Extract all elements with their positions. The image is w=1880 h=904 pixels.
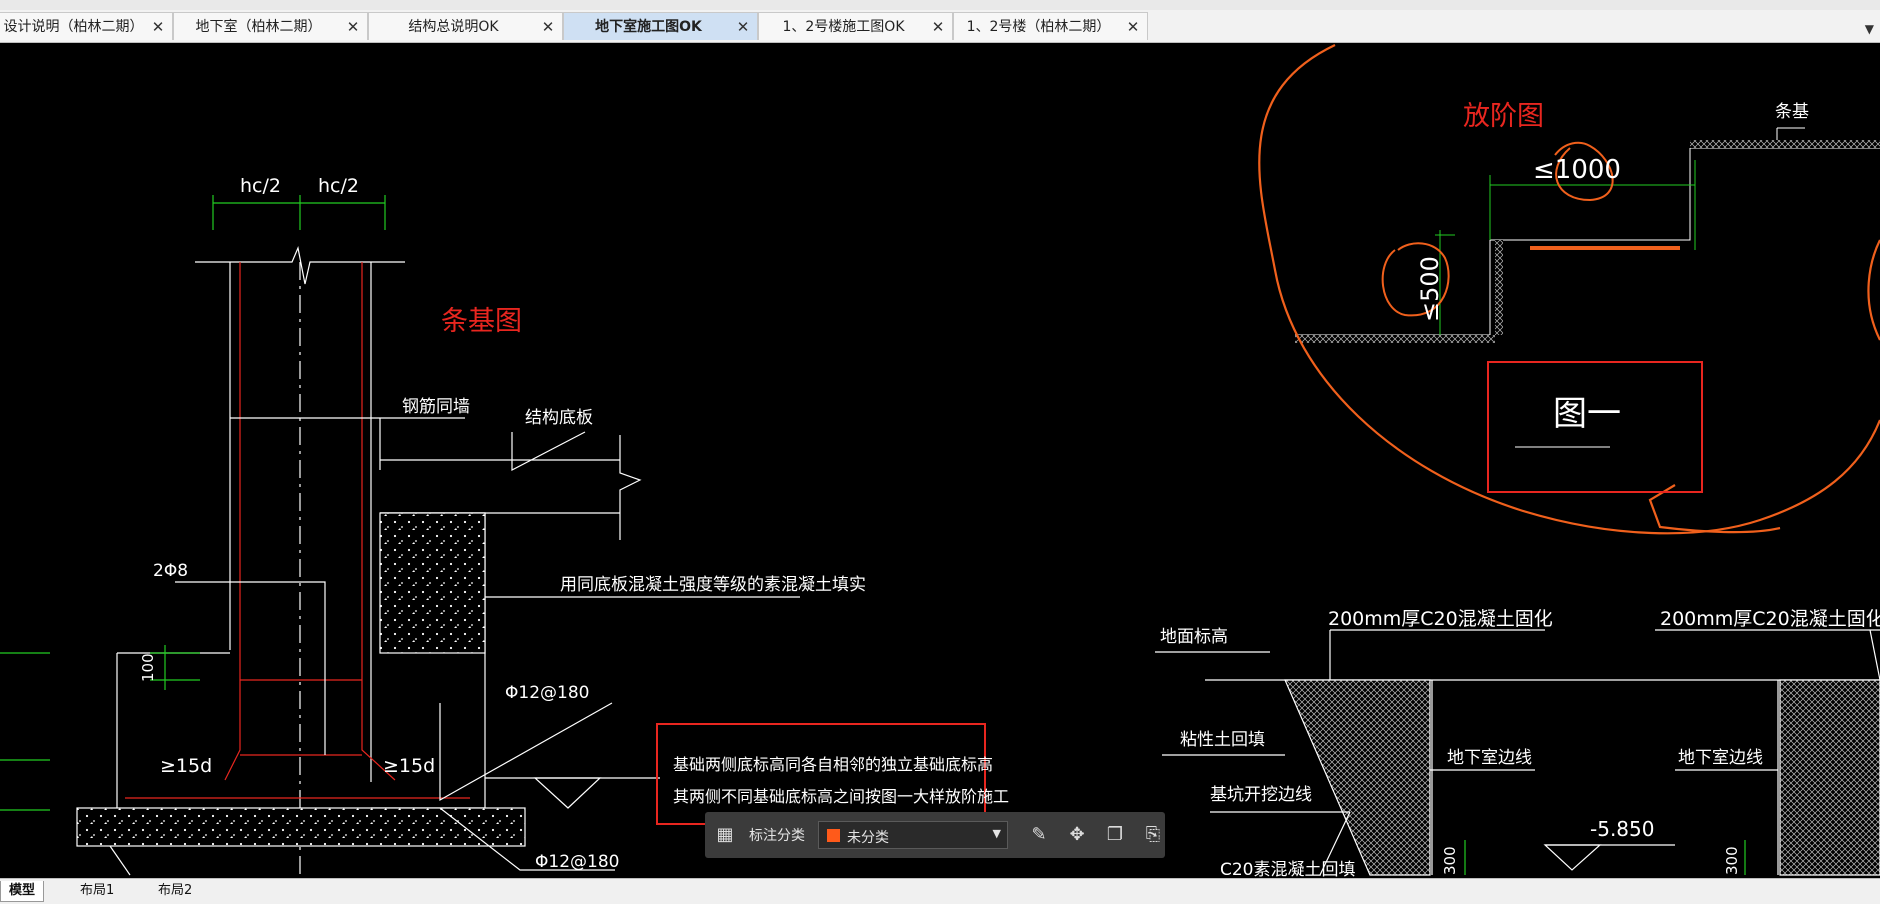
label-fill: 用同底板混凝土强度等级的素混凝土填实 — [560, 575, 866, 595]
right-detail-title: 放阶图 — [1463, 101, 1544, 132]
tab-layout-1[interactable]: 布局1 — [72, 881, 122, 901]
label-2phi8: 2Φ8 — [153, 561, 188, 581]
note-line-2: 其两侧不同基础底标高之间按图一大样放阶施工 — [673, 787, 1009, 806]
paste-icon[interactable]: ⎘ — [1141, 823, 1165, 847]
label-15d-right: ≥15d — [383, 755, 435, 777]
grid-icon[interactable]: ▦ — [713, 823, 737, 847]
tab-label: 地下室施工图OK — [595, 19, 702, 35]
tab-building-1-2[interactable]: 1、2号楼（柏林二期） ✕ — [953, 12, 1148, 40]
move-icon[interactable]: ✥ — [1065, 823, 1089, 847]
close-icon[interactable]: ✕ — [930, 13, 946, 41]
tab-label: 1、2号楼施工图OK — [782, 19, 905, 35]
tab-basement-construction[interactable]: 地下室施工图OK ✕ — [563, 12, 758, 40]
close-icon[interactable]: ✕ — [735, 13, 751, 41]
tab-label: 结构总说明OK — [408, 19, 499, 35]
label-1000: ≤1000 — [1533, 155, 1621, 185]
label-strip: 条基 — [1775, 102, 1809, 122]
dimension-hc-right: hc/2 — [318, 175, 359, 197]
label-basement-line-right: 地下室边线 — [1678, 748, 1763, 768]
close-icon[interactable]: ✕ — [1125, 13, 1141, 41]
label-rebar-wall: 钢筋同墙 — [402, 397, 470, 417]
label-200-right: 200mm厚C20混凝土固化 — [1660, 608, 1880, 630]
tab-structure-notes[interactable]: 结构总说明OK ✕ — [368, 12, 563, 40]
note-box — [656, 723, 986, 825]
label-ground-elevation: 地面标高 — [1160, 627, 1228, 647]
left-detail-title: 条基图 — [441, 306, 522, 337]
label-phi12-top: Φ12@180 — [505, 683, 589, 703]
note-line-1: 基础两侧底标高同各自相邻的独立基础底标高 — [673, 755, 993, 774]
label-300-right: 300 — [1723, 846, 1741, 875]
close-icon[interactable]: ✕ — [540, 13, 556, 41]
label-figure-1: 图一 — [1553, 394, 1621, 434]
tab-label: 1、2号楼（柏林二期） — [966, 19, 1111, 35]
label-elevation: -5.850 — [1590, 817, 1654, 841]
label-200-left: 200mm厚C20混凝土固化 — [1328, 608, 1553, 630]
label-basement-line-left: 地下室边线 — [1447, 748, 1532, 768]
edit-icon[interactable]: ✎ — [1027, 823, 1051, 847]
label-clay-backfill: 粘性土回填 — [1180, 730, 1265, 750]
label-slab: 结构底板 — [525, 408, 593, 428]
label-c20-backfill: C20素混凝土回填 — [1220, 860, 1356, 878]
category-value: 未分类 — [847, 830, 889, 846]
annotation-category-label: 标注分类 — [749, 828, 805, 844]
drawing-canvas[interactable]: 条基图 hc/2 hc/2 钢筋同墙 结构底板 用同底板混凝土强度等级的素混凝土… — [0, 43, 1880, 878]
label-500: ≤500 — [1416, 256, 1444, 322]
chevron-down-icon: ▼ — [992, 827, 1001, 840]
tab-design-notes[interactable]: 设计说明（柏林二期） ✕ — [0, 12, 173, 40]
dimension-hc-left: hc/2 — [240, 175, 281, 197]
close-icon[interactable]: ✕ — [345, 13, 361, 41]
label-100: 100 — [139, 653, 157, 682]
label-phi12-bottom: Φ12@180 — [535, 852, 619, 872]
tab-building-1-2-construction[interactable]: 1、2号楼施工图OK ✕ — [758, 12, 953, 40]
tab-list-dropdown-icon[interactable]: ▼ — [1865, 22, 1874, 36]
close-icon[interactable]: ✕ — [150, 13, 166, 41]
tab-model[interactable]: 模型 — [0, 881, 45, 902]
label-300-left: 300 — [1441, 846, 1459, 875]
annotation-toolbar: ▦ 标注分类 未分类 ▼ ✎ ✥ ❐ ⎘ — [705, 812, 1165, 858]
copy-icon[interactable]: ❐ — [1103, 823, 1127, 847]
cad-drawing: 条基图 hc/2 hc/2 钢筋同墙 结构底板 用同底板混凝土强度等级的素混凝土… — [0, 44, 1880, 878]
label-excavation-line: 基坑开挖边线 — [1210, 785, 1312, 805]
document-tab-bar: 设计说明（柏林二期） ✕ 地下室（柏林二期） ✕ 结构总说明OK ✕ 地下室施工… — [0, 10, 1880, 43]
label-15d-left: ≥15d — [160, 755, 212, 777]
tab-layout-2[interactable]: 布局2 — [150, 881, 200, 901]
tab-label: 地下室（柏林二期） — [195, 19, 322, 35]
annotation-category-select[interactable]: 未分类 ▼ — [818, 821, 1008, 849]
category-color-swatch — [827, 829, 840, 842]
layout-tab-bar: 模型 布局1 布局2 — [0, 878, 1880, 904]
tab-basement[interactable]: 地下室（柏林二期） ✕ — [173, 12, 368, 40]
tab-label: 设计说明（柏林二期） — [3, 19, 144, 35]
